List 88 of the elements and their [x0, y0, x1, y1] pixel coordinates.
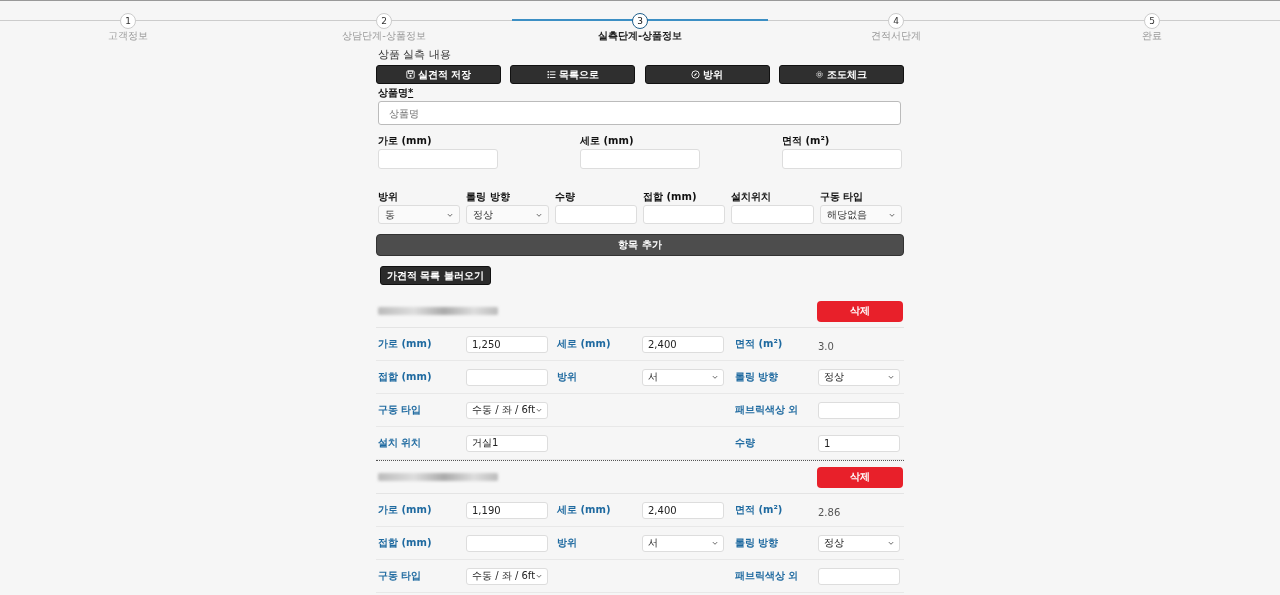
dropdown[interactable]: 서 — [642, 534, 724, 552]
step-label: 고객정보 — [108, 30, 148, 42]
input-field[interactable] — [818, 401, 900, 419]
field-label: 방위 — [556, 370, 578, 384]
dropdown[interactable]: 정상 — [818, 534, 900, 552]
settings-icon — [815, 70, 825, 79]
input-field[interactable] — [731, 205, 814, 224]
load-list-button[interactable]: 가견적 목록 불러오기 — [380, 266, 491, 285]
field-label: 방위 — [556, 536, 578, 550]
dropdown[interactable]: 정상 — [818, 368, 900, 386]
field-label: 상품명* — [378, 87, 415, 99]
field-label: 롤링 방향 — [466, 191, 511, 203]
field-label: 접합 (mm) — [377, 370, 433, 384]
step-label: 상담단계-상품정보 — [342, 30, 426, 42]
compass-icon — [691, 70, 701, 79]
step-number[interactable]: 5 — [1144, 13, 1160, 29]
step-label: 실측단계-상품정보 — [597, 30, 683, 42]
add-item-button[interactable]: 항목 추가 — [376, 234, 904, 256]
field-label: 수량 — [734, 436, 756, 450]
list-icon — [546, 70, 556, 79]
field-value: 2.86 — [818, 506, 841, 518]
input-field[interactable] — [782, 149, 902, 169]
field-label: 수량 — [554, 191, 576, 203]
dropdown[interactable]: 해당없음 — [819, 205, 902, 224]
input-field[interactable]: 거실1 — [466, 434, 548, 452]
caret-icon — [888, 541, 894, 545]
field-label: 접합 (mm) — [643, 191, 698, 203]
delete-button[interactable]: 삭제 — [817, 300, 903, 322]
caret-icon — [536, 574, 542, 578]
dropdown[interactable]: 서 — [642, 368, 724, 386]
caret-icon — [535, 212, 542, 217]
caret-icon — [536, 408, 542, 412]
step-label: 완료 — [1142, 30, 1162, 42]
field-label: 면적 (m²) — [782, 135, 831, 147]
field-label: 세로 (mm) — [556, 503, 612, 517]
field-label: 면적 (m²) — [734, 337, 784, 351]
step-number[interactable]: 3 — [632, 13, 648, 29]
delete-button[interactable]: 삭제 — [817, 466, 903, 488]
input-field[interactable] — [378, 149, 498, 169]
field-label: 설치 위치 — [377, 436, 423, 450]
field-label: 패브릭색상 외 — [734, 569, 800, 583]
field-label: 롤링 방향 — [734, 370, 780, 384]
field-label: 방위 — [378, 191, 399, 203]
step-number[interactable]: 2 — [376, 13, 392, 29]
product-name-field[interactable]: 상품명 — [378, 101, 901, 125]
field-label: 패브릭색상 외 — [734, 403, 800, 417]
field-value: 3.0 — [818, 340, 834, 352]
caret-icon — [888, 375, 894, 379]
field-label: 가로 (mm) — [377, 337, 433, 351]
dropdown[interactable]: 수동 / 좌 / 6ft — [466, 567, 548, 585]
input-field[interactable]: 1,190 — [466, 501, 548, 519]
caret-icon — [447, 212, 454, 217]
field-label: 설치위치 — [731, 191, 773, 203]
input-field[interactable] — [818, 567, 900, 585]
input-field[interactable] — [643, 205, 726, 224]
input-field[interactable] — [554, 205, 637, 224]
step-label: 견적서단계 — [871, 30, 921, 42]
input-field[interactable]: 1,250 — [466, 335, 548, 353]
save-icon — [405, 70, 415, 79]
toolbar-button[interactable]: 실견적 저장 — [376, 65, 501, 84]
input-field[interactable]: 2,400 — [642, 501, 724, 519]
toolbar-button[interactable]: 목록으로 — [510, 65, 636, 84]
input-field[interactable] — [466, 368, 548, 386]
input-field[interactable] — [580, 149, 700, 169]
field-label: 세로 (mm) — [556, 337, 612, 351]
field-label: 롤링 방향 — [734, 536, 780, 550]
caret-icon — [889, 212, 895, 217]
field-label: 가로 (mm) — [378, 135, 433, 147]
field-label: 구동 타입 — [377, 403, 423, 417]
field-label: 접합 (mm) — [377, 536, 433, 550]
field-label: 가로 (mm) — [377, 503, 433, 517]
field-label: 구동 타입 — [377, 569, 423, 583]
field-label: 구동 타입 — [819, 191, 865, 203]
section-title: 상품 실측 내용 — [377, 48, 452, 62]
field-label: 면적 (m²) — [734, 503, 784, 517]
step-number[interactable]: 4 — [888, 13, 904, 29]
caret-icon — [712, 375, 718, 379]
toolbar-button[interactable]: 조도체크 — [779, 65, 904, 84]
toolbar-button[interactable]: 방위 — [644, 65, 770, 84]
dropdown[interactable]: 수동 / 좌 / 6ft — [466, 401, 548, 419]
dropdown[interactable]: 동 — [378, 205, 461, 224]
dropdown[interactable]: 정상 — [466, 205, 549, 224]
step-number[interactable]: 1 — [120, 13, 136, 29]
field-label: 세로 (mm) — [580, 135, 635, 147]
caret-icon — [712, 541, 718, 545]
input-field[interactable] — [466, 534, 548, 552]
input-field[interactable]: 1 — [818, 434, 900, 452]
input-field[interactable]: 2,400 — [642, 335, 724, 353]
